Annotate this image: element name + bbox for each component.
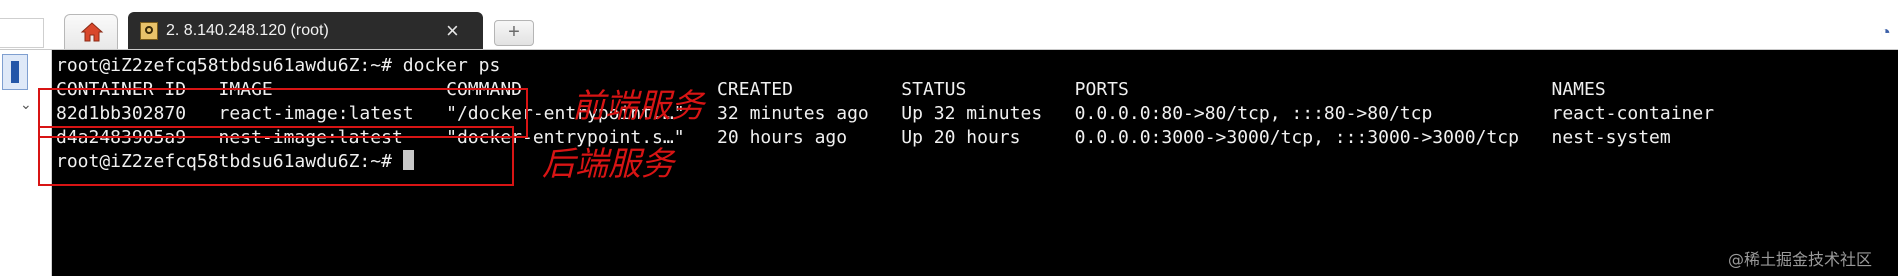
home-tab[interactable] (64, 14, 118, 50)
tab-session-label: 2. 8.140.248.120 (root) (166, 22, 329, 39)
home-icon (80, 22, 104, 42)
terminal[interactable]: root@iZ2zefcq58tbdsu61awdu6Z:~# docker p… (38, 50, 1898, 276)
frontend-annotation: 前端服务 (572, 86, 704, 125)
close-icon[interactable]: × (446, 18, 459, 44)
tab-bar: 2. 8.140.248.120 (root) × + ◔ (0, 0, 1898, 50)
terminal-line: root@iZ2zefcq58tbdsu61awdu6Z:~# docker p… (56, 55, 501, 76)
session-key-icon (140, 22, 158, 40)
watermark: @稀土掘金技术社区 (1728, 250, 1873, 269)
backend-annotation: 后端服务 (542, 144, 674, 183)
new-tab-button[interactable]: + (494, 20, 534, 46)
edge-icon[interactable]: ◔ (1880, 22, 1896, 42)
chevron-down-icon[interactable]: ⌄ (20, 96, 32, 113)
tab-session[interactable]: 2. 8.140.248.120 (root) × (128, 12, 483, 50)
backend-highlight-box (38, 126, 514, 186)
sidebar-sessions-button[interactable] (2, 54, 28, 90)
address-box[interactable] (0, 18, 44, 48)
sessions-icon (11, 61, 19, 83)
